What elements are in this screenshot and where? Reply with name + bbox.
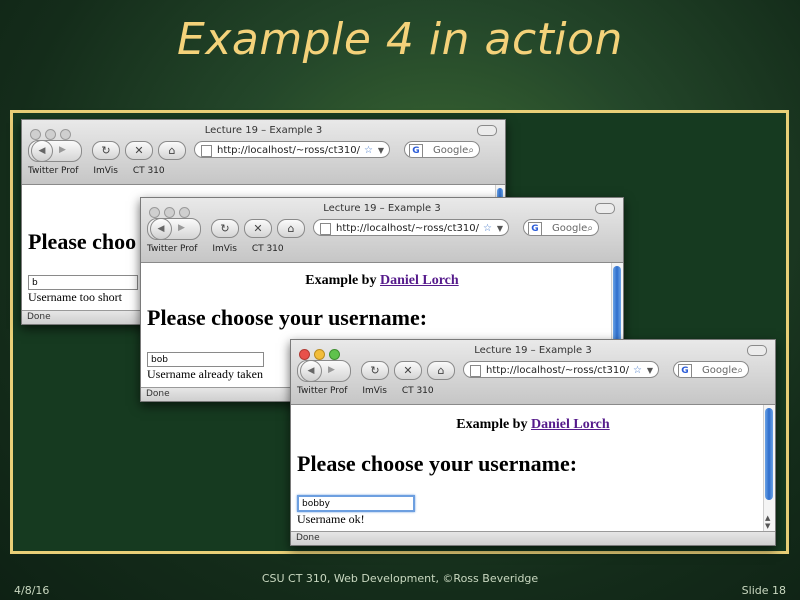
bookmark-ct310[interactable]: CT 310 bbox=[402, 386, 434, 396]
vertical-scrollbar[interactable]: ▲ ▼ bbox=[763, 405, 775, 531]
window-title: Lecture 19 – Example 3 bbox=[323, 203, 441, 214]
author-link[interactable]: Daniel Lorch bbox=[531, 417, 610, 432]
search-placeholder: Google bbox=[552, 223, 588, 234]
google-icon: G bbox=[528, 222, 542, 235]
stop-icon[interactable]: ✕ bbox=[125, 141, 153, 160]
validation-message: Username ok! bbox=[297, 512, 365, 526]
browser-window-3[interactable]: Lecture 19 – Example 3 ◀ ▶ ↻ ✕ ⌂ http://… bbox=[290, 339, 776, 546]
reload-icon[interactable]: ↻ bbox=[211, 219, 239, 238]
credit-prefix: Example by bbox=[305, 273, 380, 288]
window-title: Lecture 19 – Example 3 bbox=[474, 345, 592, 356]
bookmark-imvis[interactable]: ImVis bbox=[362, 386, 387, 396]
slide-number: Slide 18 bbox=[741, 584, 786, 597]
bookmarks-bar: Twitter Prof ImVis CT 310 bbox=[297, 386, 446, 396]
bookmark-ct310[interactable]: CT 310 bbox=[133, 166, 165, 176]
search-placeholder: Google bbox=[433, 145, 469, 156]
bookmarks-bar: Twitter Prof ImVis CT 310 bbox=[147, 244, 296, 254]
browser-toolbar: Lecture 19 – Example 3 ◀ ▶ ↻ ✕ ⌂ http://… bbox=[22, 120, 505, 185]
bookmark-twitter-prof[interactable]: Twitter Prof bbox=[28, 166, 78, 176]
back-arrow-icon[interactable]: ◀ bbox=[300, 360, 322, 382]
forward-arrow-icon[interactable]: ▶ bbox=[59, 141, 66, 159]
author-link[interactable]: Daniel Lorch bbox=[380, 273, 459, 288]
bookmark-imvis[interactable]: ImVis bbox=[212, 244, 237, 254]
username-input[interactable]: b bbox=[28, 275, 138, 290]
magnifier-icon[interactable]: ⌕ bbox=[587, 220, 593, 235]
toolbar-toggle-button[interactable] bbox=[477, 125, 497, 136]
username-input[interactable]: bobby bbox=[297, 495, 415, 512]
page-content: Example by Daniel Lorch Please choose yo… bbox=[291, 405, 775, 531]
bookmark-twitter-prof[interactable]: Twitter Prof bbox=[147, 244, 197, 254]
bookmark-ct310[interactable]: CT 310 bbox=[252, 244, 284, 254]
page-heading: Please choo bbox=[28, 229, 137, 254]
reload-icon[interactable]: ↻ bbox=[92, 141, 120, 160]
window-title: Lecture 19 – Example 3 bbox=[204, 125, 323, 136]
back-arrow-icon[interactable]: ◀ bbox=[31, 140, 53, 162]
validation-message: Username already taken bbox=[147, 367, 263, 381]
nav-buttons: ◀ ▶ bbox=[147, 218, 201, 240]
search-field[interactable]: G Google ⌕ bbox=[523, 219, 599, 236]
browser-toolbar: Lecture 19 – Example 3 ◀ ▶ ↻ ✕ ⌂ http://… bbox=[291, 340, 775, 405]
username-input[interactable]: bob bbox=[147, 352, 264, 367]
toolbar-toggle-button[interactable] bbox=[747, 345, 767, 356]
url-text: http://localhost/~ross/ct310/ bbox=[336, 223, 479, 234]
page-heading: Please choose your username: bbox=[297, 451, 578, 476]
browser-toolbar: Lecture 19 – Example 3 ◀ ▶ ↻ ✕ ⌂ http://… bbox=[141, 198, 623, 263]
credit-prefix: Example by bbox=[456, 417, 531, 432]
address-bar[interactable]: http://localhost/~ross/ct310/ ☆ ▼ bbox=[194, 141, 390, 158]
magnifier-icon[interactable]: ⌕ bbox=[737, 362, 743, 377]
nav-buttons: ◀ ▶ bbox=[297, 360, 351, 382]
page-icon bbox=[470, 365, 481, 377]
page-heading: Please choose your username: bbox=[147, 305, 428, 330]
page-icon bbox=[320, 223, 331, 235]
magnifier-icon[interactable]: ⌕ bbox=[468, 142, 474, 157]
forward-arrow-icon[interactable]: ▶ bbox=[178, 219, 185, 237]
reload-icon[interactable]: ↻ bbox=[361, 361, 389, 380]
address-bar[interactable]: http://localhost/~ross/ct310/ ☆ ▼ bbox=[463, 361, 659, 378]
nav-buttons: ◀ ▶ bbox=[28, 140, 82, 162]
credit-line: Example by Daniel Lorch bbox=[291, 417, 775, 433]
home-icon[interactable]: ⌂ bbox=[277, 219, 305, 238]
slide-date: 4/8/16 bbox=[14, 584, 50, 597]
bookmark-imvis[interactable]: ImVis bbox=[93, 166, 118, 176]
stop-icon[interactable]: ✕ bbox=[244, 219, 272, 238]
scroll-arrows-icon[interactable]: ▲ ▼ bbox=[765, 514, 770, 530]
credit-line: Example by Daniel Lorch bbox=[141, 273, 623, 289]
url-text: http://localhost/~ross/ct310/ bbox=[486, 365, 629, 376]
slide-title: Example 4 in action bbox=[177, 14, 623, 65]
google-icon: G bbox=[678, 364, 692, 377]
bookmarks-bar: Twitter Prof ImVis CT 310 bbox=[28, 166, 177, 176]
search-field[interactable]: G Google ⌕ bbox=[404, 141, 480, 158]
stop-icon[interactable]: ✕ bbox=[394, 361, 422, 380]
search-field[interactable]: G Google ⌕ bbox=[673, 361, 749, 378]
google-icon: G bbox=[409, 144, 423, 157]
home-icon[interactable]: ⌂ bbox=[158, 141, 186, 160]
forward-arrow-icon[interactable]: ▶ bbox=[328, 361, 335, 379]
back-arrow-icon[interactable]: ◀ bbox=[150, 218, 172, 240]
page-icon bbox=[201, 145, 212, 157]
bookmark-star-icon[interactable]: ☆ bbox=[483, 220, 492, 235]
search-placeholder: Google bbox=[702, 365, 738, 376]
url-text: http://localhost/~ross/ct310/ bbox=[217, 145, 360, 156]
chevron-down-icon[interactable]: ▼ bbox=[497, 220, 503, 235]
bookmark-star-icon[interactable]: ☆ bbox=[364, 142, 373, 157]
validation-message: Username too short bbox=[28, 290, 122, 304]
chevron-down-icon[interactable]: ▼ bbox=[378, 142, 384, 157]
toolbar-toggle-button[interactable] bbox=[595, 203, 615, 214]
slide-footer: CSU CT 310, Web Development, ©Ross Bever… bbox=[261, 572, 539, 585]
chevron-down-icon[interactable]: ▼ bbox=[647, 362, 653, 377]
home-icon[interactable]: ⌂ bbox=[427, 361, 455, 380]
address-bar[interactable]: http://localhost/~ross/ct310/ ☆ ▼ bbox=[313, 219, 509, 236]
bookmark-star-icon[interactable]: ☆ bbox=[633, 362, 642, 377]
scroll-thumb[interactable] bbox=[765, 408, 773, 500]
bookmark-twitter-prof[interactable]: Twitter Prof bbox=[297, 386, 347, 396]
status-bar: Done bbox=[291, 531, 775, 545]
